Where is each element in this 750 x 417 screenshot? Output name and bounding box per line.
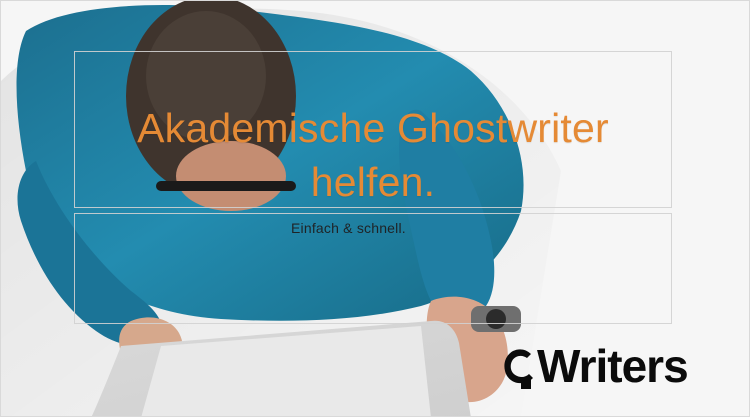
c-logo-mark-icon — [504, 349, 533, 389]
subline-text: Einfach & schnell. — [291, 220, 406, 236]
logo-text: Writers — [537, 340, 689, 392]
writers-logo: Writers — [503, 338, 689, 394]
hero-banner: Akademische Ghostwriter helfen. Einfach … — [0, 0, 750, 417]
headline-text: Akademische Ghostwriter helfen. — [137, 105, 609, 205]
